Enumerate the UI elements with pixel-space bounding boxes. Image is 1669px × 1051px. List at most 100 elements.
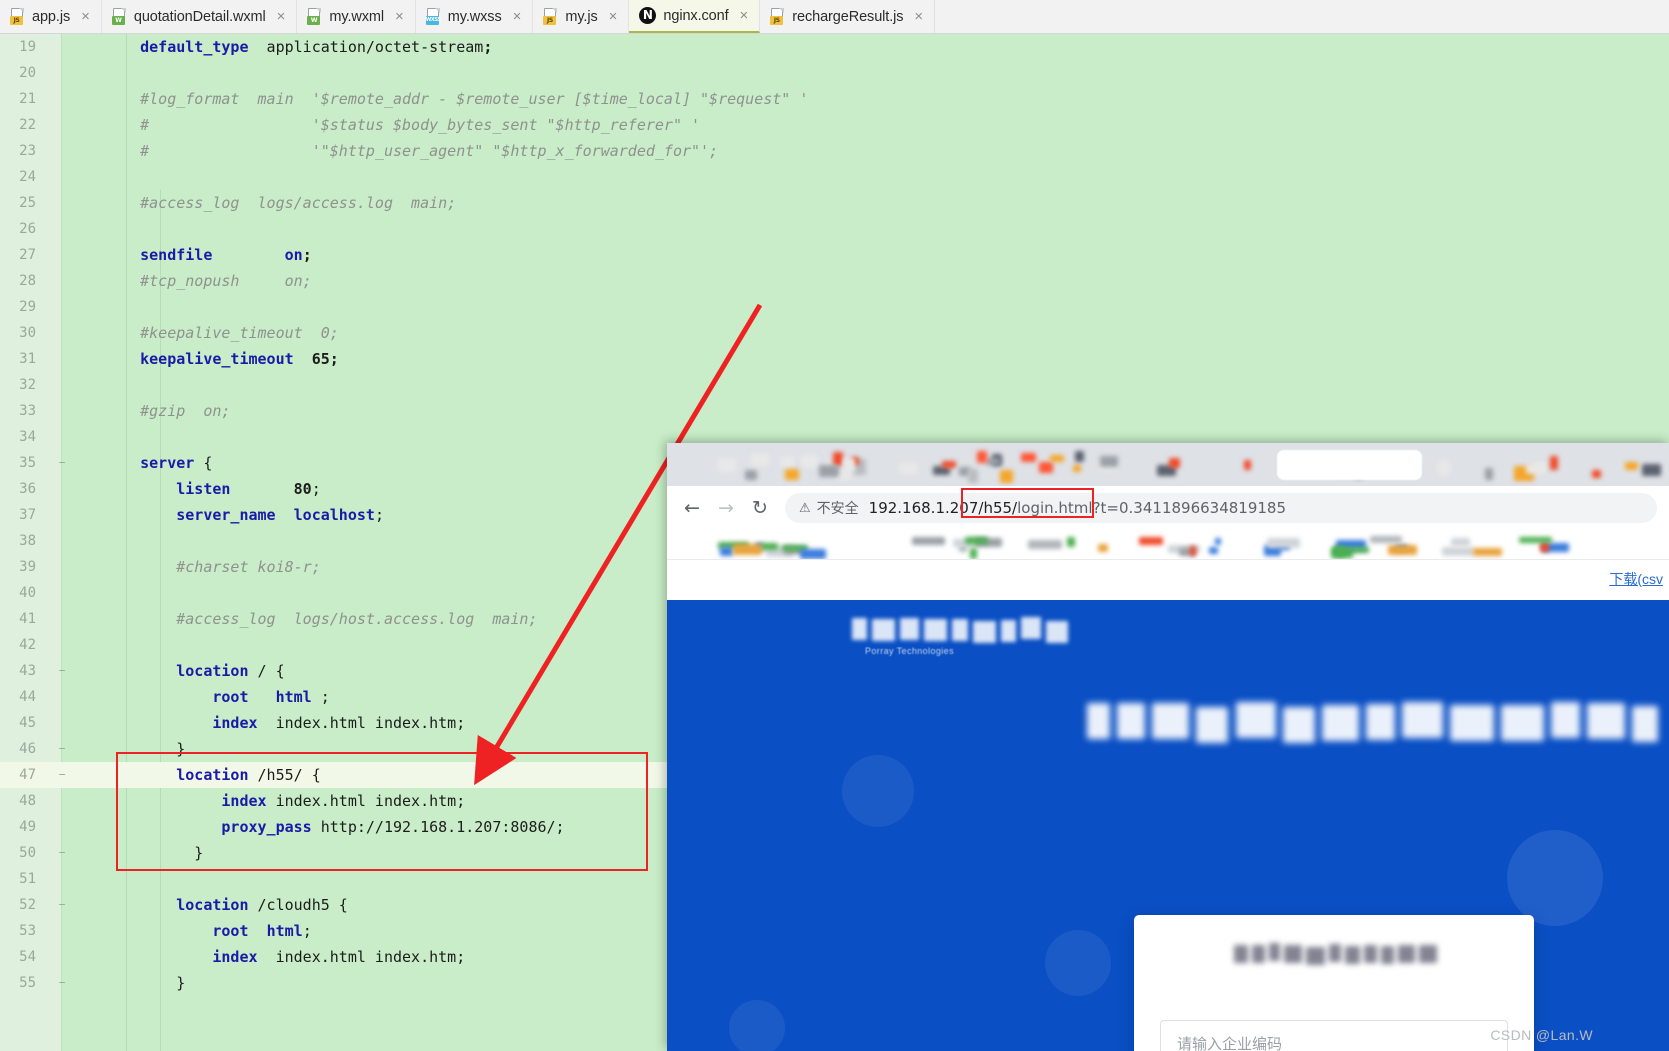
fold-toggle-icon[interactable]: − bbox=[48, 450, 76, 476]
line-number: 39 bbox=[19, 559, 36, 575]
blurred-bookmark-item bbox=[1540, 541, 1549, 553]
close-icon[interactable]: × bbox=[275, 9, 288, 24]
blurred-bookmark-item bbox=[719, 546, 734, 557]
code-line-text: default_type application/octet-stream; bbox=[140, 38, 493, 56]
blurred-tab-favicon bbox=[1485, 467, 1493, 480]
js-file-icon: JS bbox=[543, 8, 558, 25]
code-line[interactable]: 27 sendfile on; bbox=[0, 242, 1669, 268]
download-csv-link[interactable]: 下载(csv bbox=[1609, 569, 1663, 589]
code-line[interactable]: 32 bbox=[0, 372, 1669, 398]
line-number: 44 bbox=[19, 689, 36, 705]
login-title-glyph bbox=[1328, 943, 1342, 962]
blurred-tab-favicon bbox=[985, 458, 1000, 466]
line-number: 37 bbox=[19, 507, 36, 523]
code-line-text: # '"$http_user_agent" "$http_x_forwarded… bbox=[104, 142, 719, 160]
company-code-input[interactable]: 请输入企业编码 bbox=[1160, 1020, 1508, 1051]
logo-glyph bbox=[1000, 620, 1017, 643]
close-icon[interactable]: × bbox=[511, 9, 524, 24]
editor-tab-rechargeresult-js[interactable]: JS rechargeResult.js × bbox=[760, 0, 936, 33]
editor-tab-label: nginx.conf bbox=[663, 7, 729, 24]
code-line[interactable]: 21 #log_format main '$remote_addr - $rem… bbox=[0, 86, 1669, 112]
code-line[interactable]: 20 bbox=[0, 60, 1669, 86]
logo-glyph bbox=[972, 620, 996, 643]
fold-toggle-icon[interactable]: − bbox=[48, 892, 76, 918]
blurred-tab-favicon bbox=[780, 455, 795, 468]
code-line[interactable]: 22 # '$status $body_bytes_sent "$http_re… bbox=[0, 112, 1669, 138]
line-number: 24 bbox=[19, 169, 36, 185]
close-icon[interactable]: × bbox=[607, 9, 620, 24]
editor-tab-nginx-conf[interactable]: Nnginx.conf × bbox=[629, 0, 761, 33]
not-secure-label: 不安全 bbox=[816, 501, 859, 517]
headline-glyph bbox=[1321, 704, 1360, 741]
fold-toggle-icon[interactable]: − bbox=[48, 970, 76, 996]
close-icon[interactable]: × bbox=[79, 9, 92, 24]
fold-toggle-icon[interactable]: − bbox=[48, 736, 76, 762]
blurred-tab-favicon bbox=[1549, 456, 1559, 471]
browser-window[interactable]: ← → ↻ ⚠ 不安全 192.168.1.207/h55/login.html… bbox=[667, 443, 1669, 1051]
login-title-glyph bbox=[1380, 945, 1394, 964]
decorative-bubble bbox=[842, 755, 914, 827]
code-line[interactable]: 30 #keepalive_timeout 0; bbox=[0, 320, 1669, 346]
blurred-bookmark-item bbox=[1338, 546, 1370, 554]
close-icon[interactable]: × bbox=[912, 9, 925, 24]
blurred-tab-favicon bbox=[942, 460, 956, 469]
line-number: 20 bbox=[19, 65, 36, 81]
line-number: 34 bbox=[19, 429, 36, 445]
blurred-bookmark-item bbox=[1387, 545, 1417, 555]
fold-toggle-icon[interactable]: − bbox=[48, 840, 76, 866]
code-line[interactable]: 29 bbox=[0, 294, 1669, 320]
login-title-glyph bbox=[1363, 945, 1377, 964]
address-bar[interactable]: ⚠ 不安全 192.168.1.207/h55/login.html?t=0.3… bbox=[785, 488, 1657, 523]
logo-glyph bbox=[871, 618, 895, 641]
code-line[interactable]: 33 #gzip on; bbox=[0, 398, 1669, 424]
blurred-bookmark-item bbox=[1370, 536, 1403, 543]
blurred-tab-favicon bbox=[1437, 461, 1450, 475]
close-icon[interactable]: × bbox=[738, 8, 751, 23]
editor-tab-my-wxss[interactable]: WXSS my.wxss × bbox=[416, 0, 534, 33]
active-browser-tab[interactable] bbox=[1277, 450, 1422, 480]
company-logo-caption: Porray Technologies bbox=[865, 646, 954, 656]
headline-glyph bbox=[1282, 706, 1315, 743]
editor-tab-my-js[interactable]: JS my.js × bbox=[533, 0, 630, 33]
browser-tab-strip[interactable] bbox=[667, 443, 1669, 486]
editor-tab-label: rechargeResult.js bbox=[792, 8, 904, 25]
code-line[interactable]: 25 #access_log logs/access.log main; bbox=[0, 190, 1669, 216]
editor-tab-label: quotationDetail.wxml bbox=[133, 8, 266, 25]
editor-tab-quotationdetail-wxml[interactable]: WquotationDetail.wxml × bbox=[102, 0, 298, 33]
line-number: 41 bbox=[19, 611, 36, 627]
hero-headline bbox=[1087, 698, 1659, 746]
web-page-content: 下载(csv Porray Technologies 请输入企业编码 请输入用户… bbox=[667, 560, 1669, 1051]
code-line[interactable]: 31 keepalive_timeout 65; bbox=[0, 346, 1669, 372]
line-number: 45 bbox=[19, 715, 36, 731]
code-line[interactable]: 19 default_type application/octet-stream… bbox=[0, 34, 1669, 60]
blurred-bookmark-item bbox=[1190, 546, 1197, 556]
login-title-glyph bbox=[1305, 946, 1325, 965]
code-line[interactable]: 24 bbox=[0, 164, 1669, 190]
login-card-title bbox=[1234, 941, 1438, 965]
editor-tab-app-js[interactable]: JS app.js × bbox=[0, 0, 102, 33]
code-line[interactable]: 28 #tcp_nopush on; bbox=[0, 268, 1669, 294]
close-icon[interactable]: × bbox=[393, 9, 406, 24]
browser-toolbar[interactable]: ← → ↻ ⚠ 不安全 192.168.1.207/h55/login.html… bbox=[667, 486, 1669, 530]
url-text[interactable]: 192.168.1.207/h55/login.html?t=0.3411896… bbox=[869, 499, 1286, 517]
reload-icon[interactable]: ↻ bbox=[745, 493, 775, 523]
code-line[interactable]: 23 # '"$http_user_agent" "$http_x_forwar… bbox=[0, 138, 1669, 164]
back-icon[interactable]: ← bbox=[677, 493, 707, 523]
logo-glyph bbox=[852, 618, 867, 641]
editor-tab-bar: JS app.js × WquotationDetail.wxml × Wmy.wxml ×… bbox=[0, 0, 1669, 34]
watermark-backdrop bbox=[1597, 1021, 1669, 1051]
forward-icon[interactable]: → bbox=[711, 493, 741, 523]
blurred-tab-favicon bbox=[899, 463, 918, 475]
code-line[interactable]: 26 bbox=[0, 216, 1669, 242]
fold-toggle-icon[interactable]: − bbox=[48, 762, 76, 788]
blurred-tab-favicon bbox=[750, 454, 770, 467]
fold-toggle-icon[interactable]: − bbox=[48, 658, 76, 684]
line-number: 52 bbox=[19, 897, 36, 913]
headline-glyph bbox=[1401, 701, 1443, 738]
headline-glyph bbox=[1366, 703, 1395, 740]
editor-tab-my-wxml[interactable]: Wmy.wxml × bbox=[297, 0, 416, 33]
headline-glyph bbox=[1195, 706, 1229, 743]
line-number: 28 bbox=[19, 273, 36, 289]
nginx-file-icon: N bbox=[639, 7, 657, 24]
bookmarks-bar[interactable] bbox=[667, 530, 1669, 560]
